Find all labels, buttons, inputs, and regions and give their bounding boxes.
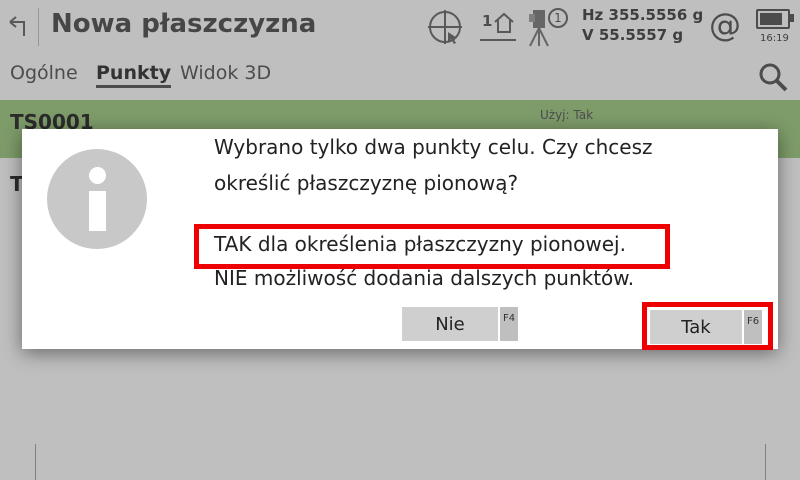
info-icon-dot [89,167,106,184]
highlight-yes-hint [194,224,670,269]
dialog-message-line-1: Wybrano tylko dwa punkty celu. Czy chces… [214,135,653,159]
dialog-message-line-2: określić płaszczyznę pionową? [214,171,519,195]
no-button-fkey[interactable]: F4 [500,307,518,341]
dialog-no-hint: NIE możliwość dodania dalszych punktów. [214,266,635,290]
info-icon-bar [89,191,106,231]
highlight-yes-button [642,302,773,350]
info-icon [47,149,147,249]
no-button[interactable]: Nie [402,307,498,341]
